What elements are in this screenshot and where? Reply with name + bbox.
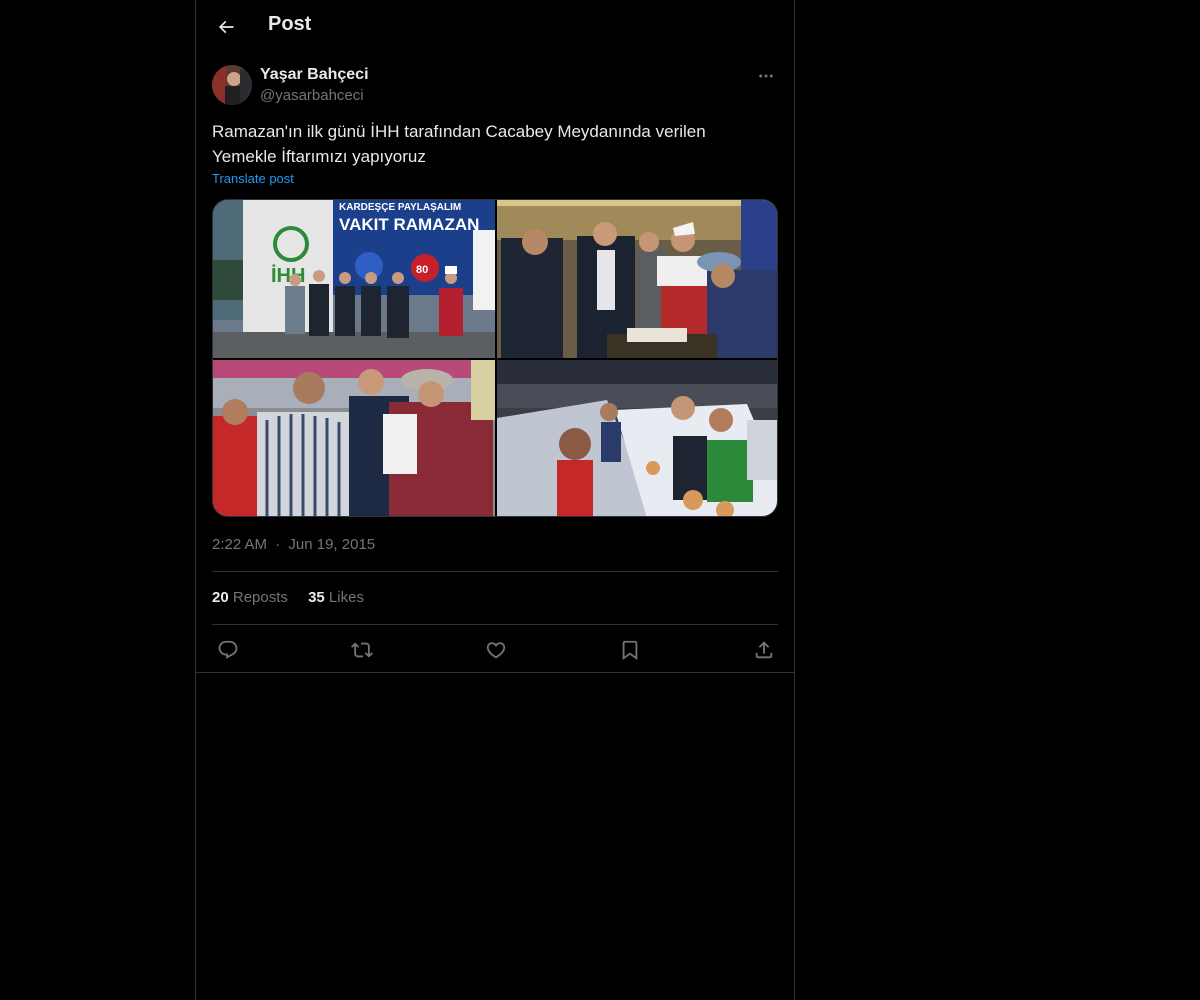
author-display-name[interactable]: Yaşar Bahçeci xyxy=(260,66,369,84)
page-title: Post xyxy=(268,13,312,35)
sign-badge-text: 80 xyxy=(416,264,428,276)
more-horizontal-icon xyxy=(759,74,773,78)
post-stats: 20 Reposts 35 Likes xyxy=(212,589,380,606)
media-photo-2[interactable] xyxy=(497,200,777,358)
share-button[interactable] xyxy=(750,636,778,664)
translate-post-link[interactable]: Translate post xyxy=(212,171,294,186)
bookmark-button[interactable] xyxy=(616,636,644,664)
likes-stat[interactable]: 35 Likes xyxy=(308,589,364,606)
avatar-image xyxy=(212,65,252,105)
post-date: Jun 19, 2015 xyxy=(288,536,376,553)
likes-count: 35 xyxy=(308,589,325,606)
share-icon xyxy=(755,641,773,659)
media-photo-3[interactable] xyxy=(213,360,495,516)
back-button[interactable] xyxy=(208,9,244,45)
sign-main-text: VAKIT RAMAZAN xyxy=(339,215,479,234)
media-photo-4[interactable] xyxy=(497,360,777,516)
arrow-left-icon xyxy=(218,20,234,34)
more-button[interactable] xyxy=(754,64,778,88)
post-text: Ramazan'ın ilk günü İHH tarafından Cacab… xyxy=(212,122,706,166)
reposts-label: Reposts xyxy=(232,589,288,606)
bookmark-icon xyxy=(622,640,638,661)
reposts-count: 20 xyxy=(212,589,229,606)
sign-top-text: KARDEŞÇE PAYLAŞALIM xyxy=(339,202,461,213)
post-timestamp[interactable]: 2:22 AM · Jun 19, 2015 xyxy=(212,536,375,553)
media-photo-1[interactable]: İHH KARDEŞÇE PAYLAŞALIM VAKIT RAMAZAN 80 xyxy=(213,200,495,358)
heart-icon xyxy=(486,642,506,659)
like-button[interactable] xyxy=(482,636,510,664)
reply-button[interactable] xyxy=(214,636,242,664)
divider xyxy=(212,571,778,572)
likes-label: Likes xyxy=(328,589,364,606)
post-author: Yaşar Bahçeci @yasarbahceci xyxy=(212,64,778,106)
timestamp-separator: · xyxy=(275,536,281,553)
avatar[interactable] xyxy=(212,65,252,105)
reply-icon xyxy=(218,640,238,659)
repost-button[interactable] xyxy=(348,636,376,664)
ihh-logo-text: İHH xyxy=(271,264,305,287)
author-handle[interactable]: @yasarbahceci xyxy=(260,87,364,104)
divider xyxy=(196,672,794,673)
page-header: Post xyxy=(196,0,794,54)
post-column: Post Yaşar Bahçeci @yasarbahceci Ramazan… xyxy=(195,0,795,1000)
post-time: 2:22 AM xyxy=(212,536,268,553)
media-grid: İHH KARDEŞÇE PAYLAŞALIM VAKIT RAMAZAN 80 xyxy=(212,199,778,517)
reposts-stat[interactable]: 20 Reposts xyxy=(212,589,288,606)
divider xyxy=(212,624,778,625)
repost-icon xyxy=(351,642,373,658)
